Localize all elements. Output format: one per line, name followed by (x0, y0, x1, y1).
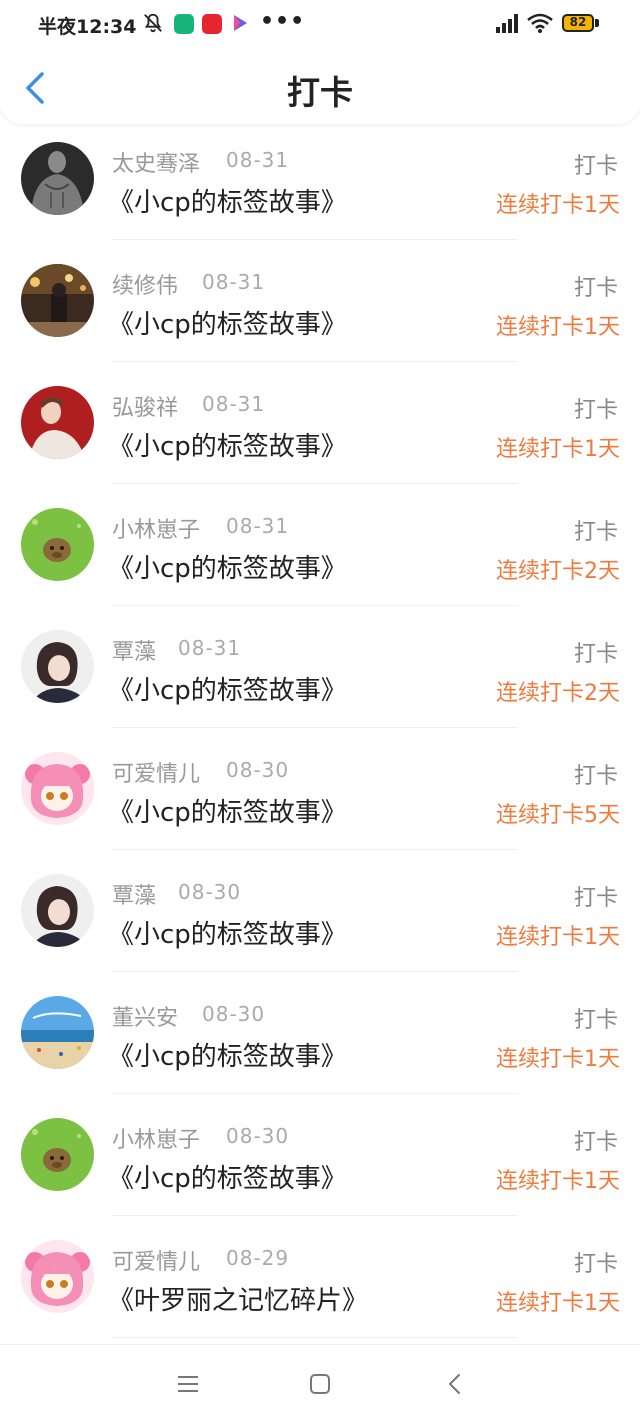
system-nav-bar (0, 1344, 640, 1423)
shield-app-icon (174, 14, 194, 34)
avatar-anime-pink (21, 1240, 94, 1313)
avatar-girl-bob (21, 630, 94, 703)
battery-icon: 82 (562, 14, 594, 32)
book-title[interactable]: 《小cp的标签故事》 (108, 1036, 347, 1073)
user-name[interactable]: 覃藻 (112, 878, 156, 910)
avatar-anime-pink (21, 752, 94, 825)
checkin-label: 打卡 (573, 886, 618, 911)
back-triangle-icon[interactable] (442, 1371, 468, 1397)
battery-tip (595, 19, 599, 27)
checkin-label: 打卡 (573, 520, 618, 545)
streak-label: 连续打卡5天 (496, 803, 620, 828)
avatar[interactable] (21, 264, 94, 337)
avatar[interactable] (21, 508, 94, 581)
avatar[interactable] (21, 1240, 94, 1313)
user-name[interactable]: 董兴安 (112, 1000, 178, 1032)
play-app-icon (234, 15, 247, 31)
checkin-label: 打卡 (573, 764, 618, 789)
book-title[interactable]: 《小cp的标签故事》 (108, 1158, 347, 1195)
checkin-list: 太史骞泽 08-31 《小cp的标签故事》 打卡 连续打卡1天 续修伟 08-3… (0, 118, 640, 1338)
list-item[interactable]: 续修伟 08-31 《小cp的标签故事》 打卡 连续打卡1天 (0, 240, 640, 362)
checkin-label: 打卡 (573, 154, 618, 179)
avatar-capybara-green (21, 508, 94, 581)
streak-label: 连续打卡2天 (496, 559, 620, 584)
book-title[interactable]: 《小cp的标签故事》 (108, 548, 347, 585)
checkin-date: 08-30 (202, 1002, 266, 1026)
user-name[interactable]: 覃藻 (112, 634, 156, 666)
checkin-label: 打卡 (573, 1130, 618, 1155)
list-item[interactable]: 可爱情儿 08-30 《小cp的标签故事》 打卡 连续打卡5天 (0, 728, 640, 850)
list-item[interactable]: 太史骞泽 08-31 《小cp的标签故事》 打卡 连续打卡1天 (0, 118, 640, 240)
checkin-label: 打卡 (573, 1252, 618, 1277)
checkin-date: 08-29 (226, 1246, 290, 1270)
streak-label: 连续打卡1天 (496, 925, 620, 950)
signal-icon (496, 14, 518, 33)
checkin-date: 08-31 (178, 636, 242, 660)
avatar[interactable] (21, 630, 94, 703)
user-name[interactable]: 小林崽子 (112, 512, 200, 544)
list-item[interactable]: 小林崽子 08-31 《小cp的标签故事》 打卡 连续打卡2天 (0, 484, 640, 606)
user-name[interactable]: 太史骞泽 (112, 146, 200, 178)
checkin-date: 08-30 (226, 758, 290, 782)
streak-label: 连续打卡1天 (496, 1047, 620, 1072)
checkin-label: 打卡 (573, 398, 618, 423)
book-title[interactable]: 《叶罗丽之记忆碎片》 (108, 1280, 368, 1317)
checkin-date: 08-31 (202, 392, 266, 416)
bell-off-icon (144, 13, 162, 33)
streak-label: 连续打卡1天 (496, 1291, 620, 1316)
list-item[interactable]: 小林崽子 08-30 《小cp的标签故事》 打卡 连续打卡1天 (0, 1094, 640, 1216)
avatar-night-street (21, 264, 94, 337)
book-title[interactable]: 《小cp的标签故事》 (108, 426, 347, 463)
book-title[interactable]: 《小cp的标签故事》 (108, 182, 347, 219)
streak-label: 连续打卡1天 (496, 1169, 620, 1194)
avatar-muscle-man (21, 142, 94, 215)
checkin-label: 打卡 (573, 1008, 618, 1033)
page-title: 打卡 (287, 73, 353, 112)
avatar-girl-bob (21, 874, 94, 947)
header-bar: 打卡 (0, 48, 640, 124)
streak-label: 连续打卡1天 (496, 193, 620, 218)
avatar[interactable] (21, 1118, 94, 1191)
status-bar: 半夜12:34 ••• 82 (0, 0, 640, 48)
avatar[interactable] (21, 752, 94, 825)
avatar-beach (21, 996, 94, 1069)
user-name[interactable]: 小林崽子 (112, 1122, 200, 1154)
checkin-label: 打卡 (573, 642, 618, 667)
wifi-icon (527, 13, 553, 33)
book-title[interactable]: 《小cp的标签故事》 (108, 304, 347, 341)
book-title[interactable]: 《小cp的标签故事》 (108, 914, 347, 951)
checkin-date: 08-31 (202, 270, 266, 294)
streak-label: 连续打卡1天 (496, 437, 620, 462)
status-time: 半夜12:34 (38, 16, 137, 38)
user-name[interactable]: 可爱情儿 (112, 756, 200, 788)
list-item[interactable]: 弘骏祥 08-31 《小cp的标签故事》 打卡 连续打卡1天 (0, 362, 640, 484)
checkin-label: 打卡 (573, 276, 618, 301)
avatar-red-portrait (21, 386, 94, 459)
avatar[interactable] (21, 386, 94, 459)
menu-icon[interactable] (175, 1371, 201, 1397)
user-name[interactable]: 弘骏祥 (112, 390, 178, 422)
list-item[interactable]: 可爱情儿 08-29 《叶罗丽之记忆碎片》 打卡 连续打卡1天 (0, 1216, 640, 1338)
streak-label: 连续打卡1天 (496, 315, 620, 340)
book-title[interactable]: 《小cp的标签故事》 (108, 792, 347, 829)
checkin-date: 08-30 (178, 880, 242, 904)
streak-label: 连续打卡2天 (496, 681, 620, 706)
checkin-date: 08-30 (226, 1124, 290, 1148)
checkin-date: 08-31 (226, 148, 290, 172)
red-app-icon (202, 14, 222, 34)
avatar-capybara-green (21, 1118, 94, 1191)
battery-level: 82 (569, 15, 587, 29)
user-name[interactable]: 续修伟 (112, 268, 178, 300)
avatar[interactable] (21, 874, 94, 947)
avatar[interactable] (21, 996, 94, 1069)
book-title[interactable]: 《小cp的标签故事》 (108, 670, 347, 707)
list-item[interactable]: 董兴安 08-30 《小cp的标签故事》 打卡 连续打卡1天 (0, 972, 640, 1094)
list-item[interactable]: 覃藻 08-31 《小cp的标签故事》 打卡 连续打卡2天 (0, 606, 640, 728)
avatar[interactable] (21, 142, 94, 215)
user-name[interactable]: 可爱情儿 (112, 1244, 200, 1276)
home-square-icon[interactable] (307, 1371, 333, 1397)
list-item[interactable]: 覃藻 08-30 《小cp的标签故事》 打卡 连续打卡1天 (0, 850, 640, 972)
checkin-date: 08-31 (226, 514, 290, 538)
more-notifications-icon: ••• (260, 9, 306, 34)
